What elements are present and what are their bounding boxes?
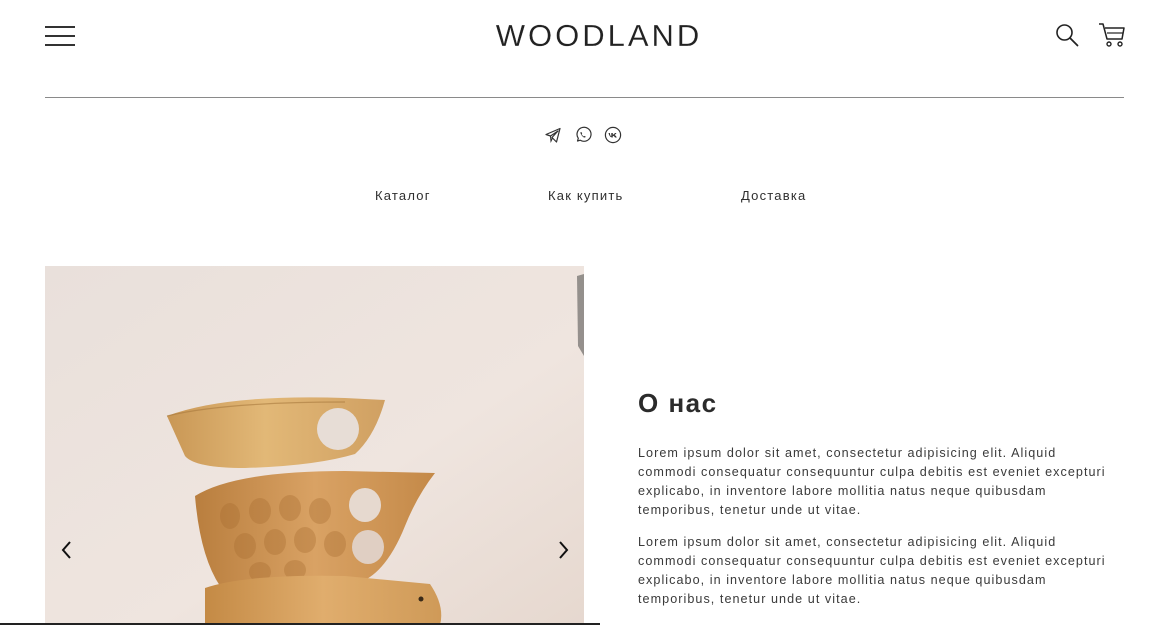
header-divider	[45, 97, 1124, 98]
product-slider[interactable]	[45, 266, 584, 625]
nav-item-catalog[interactable]: Каталог	[375, 188, 431, 203]
vk-icon[interactable]	[604, 126, 622, 144]
slide-image-wooden-cups	[45, 266, 584, 625]
chevron-right-icon[interactable]	[555, 540, 571, 560]
nav-item-delivery[interactable]: Доставка	[741, 188, 806, 203]
cart-icon[interactable]	[1098, 22, 1126, 48]
nav-item-how-to-buy[interactable]: Как купить	[548, 188, 623, 203]
site-header: WOODLAND	[0, 0, 1176, 98]
about-title: О нас	[638, 388, 718, 418]
search-icon[interactable]	[1055, 23, 1079, 47]
whatsapp-icon[interactable]	[574, 126, 592, 144]
about-paragraph-2: Lorem ipsum dolor sit amet, consectetur …	[638, 535, 1106, 606]
telegram-icon[interactable]	[544, 126, 562, 144]
about-paragraph-1: Lorem ipsum dolor sit amet, consectetur …	[638, 446, 1106, 517]
site-logo[interactable]: WOODLAND	[0, 18, 1176, 54]
chevron-left-icon[interactable]	[59, 540, 75, 560]
